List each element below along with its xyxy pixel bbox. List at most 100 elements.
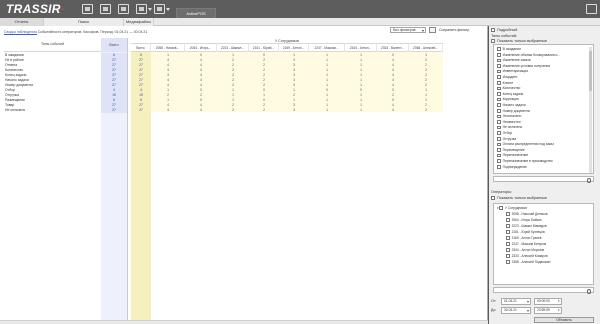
event-type-checkbox[interactable]	[497, 142, 501, 147]
operator-item[interactable]: 2247 - Максим Белусов	[506, 242, 546, 247]
from-time-field[interactable]: 00:00:00	[534, 298, 562, 305]
operator-checkbox[interactable]	[506, 260, 510, 264]
event-type-checkbox[interactable]	[497, 69, 501, 74]
tab-reports[interactable]: Отчеты	[0, 18, 44, 26]
operator-checkbox[interactable]	[506, 230, 510, 234]
event-type-item[interactable]: Подтверждение	[497, 165, 527, 170]
operators-show-selected-checkbox[interactable]	[491, 196, 495, 200]
tab-media[interactable]: Медиафайлы	[124, 18, 154, 26]
operator-checkbox[interactable]	[506, 236, 510, 240]
event-type-checkbox[interactable]	[497, 136, 501, 141]
save-filter-link[interactable]: Сохранить фильтр	[439, 28, 469, 32]
event-type-checkbox[interactable]	[497, 64, 501, 68]
operator-item[interactable]: 2169 - Антон Грачев	[506, 236, 541, 241]
video-icon[interactable]	[100, 4, 111, 14]
event-type-checkbox[interactable]	[497, 47, 501, 51]
grid-col-header[interactable]: 2064 - Игорь...	[185, 44, 217, 52]
event-type-item[interactable]: Перемещение	[497, 148, 525, 153]
event-list-scrollbar[interactable]	[589, 47, 592, 173]
operator-checkbox[interactable]	[506, 218, 510, 222]
grid-col-header[interactable]: 2344 - Антон...	[345, 44, 377, 52]
filter-select[interactable]: Без фильтров	[390, 27, 426, 33]
event-type-item[interactable]: Отгрузка	[497, 137, 516, 142]
event-type-item[interactable]: Изменение заказа	[497, 58, 531, 63]
grid-col-header[interactable]: 2058 - Ниязов...	[151, 44, 185, 52]
event-type-checkbox[interactable]	[497, 153, 501, 158]
event-type-item[interactable]: Отбор	[497, 131, 512, 136]
operator-item[interactable]: 2333 - Алексей Комаров	[506, 254, 548, 259]
apply-button[interactable]: Обновить	[534, 317, 594, 323]
operator-item[interactable]: 2058 - Николай Денисов	[506, 212, 548, 217]
event-type-checkbox[interactable]	[497, 92, 501, 96]
event-type-item[interactable]: Количество	[497, 86, 520, 91]
operators-show-selected[interactable]: Показать только выбранные	[491, 196, 598, 200]
event-type-checkbox[interactable]	[497, 86, 501, 91]
event-type-checkbox[interactable]	[497, 103, 501, 107]
menu-icon[interactable]	[154, 4, 170, 14]
event-type-checkbox[interactable]	[497, 58, 501, 63]
to-time-field[interactable]: 23:59:59	[534, 307, 562, 314]
col-total[interactable]: Всего	[101, 38, 127, 52]
event-type-item[interactable]: Инвентаризация	[497, 69, 528, 74]
event-type-item[interactable]: Начало задачи	[497, 103, 526, 108]
operator-checkbox[interactable]	[506, 254, 510, 258]
event-type-checkbox[interactable]	[497, 114, 501, 119]
event-type-item[interactable]: Инцидент	[497, 75, 518, 80]
operator-group[interactable]: ▾ У Сотрудников	[497, 206, 527, 211]
operator-checkbox[interactable]	[506, 224, 510, 228]
operator-search-input[interactable]	[493, 287, 594, 294]
event-type-checkbox[interactable]	[497, 159, 501, 163]
tab-search[interactable]: Поиск	[44, 18, 124, 26]
event-type-item[interactable]: Изменение условия получения	[497, 64, 550, 69]
detailed-option[interactable]: Подробный	[491, 28, 598, 32]
grid-row[interactable]: 27 4 4 2 2 3 1 1 4 2	[131, 108, 443, 113]
event-type-item[interactable]: Неоплачено	[497, 114, 521, 119]
event-type-checkbox[interactable]	[497, 108, 501, 113]
event-search-input[interactable]	[493, 176, 594, 183]
to-date-field[interactable]: 30.04.21	[501, 307, 531, 314]
event-type-checkbox[interactable]	[497, 120, 501, 124]
grid-col-header[interactable]: 2223 - Шамил...	[217, 44, 249, 52]
event-type-item[interactable]: Коррекция	[497, 97, 519, 102]
event-type-item[interactable]: Оплата распределения под заказ	[497, 142, 554, 147]
operator-checkbox[interactable]	[506, 212, 510, 216]
active-pos-tab[interactable]: ActivePOS	[176, 8, 216, 18]
operator-checkbox[interactable]	[506, 242, 510, 246]
event-type-checkbox[interactable]	[497, 52, 501, 57]
window-icon[interactable]	[586, 4, 597, 14]
detailed-checkbox[interactable]	[491, 28, 495, 32]
save-icon[interactable]	[429, 27, 436, 33]
event-type-item[interactable]: Номер документа	[497, 109, 530, 114]
event-type-item[interactable]: Клиент	[497, 81, 513, 86]
grid-col-header[interactable]: 2368 - Алексей...	[409, 44, 443, 52]
grid-icon[interactable]	[136, 4, 152, 14]
event-type-checkbox[interactable]	[497, 75, 501, 79]
event-type-checkbox[interactable]	[497, 80, 501, 85]
archive-icon[interactable]	[118, 4, 129, 14]
grid-scrollbar[interactable]	[443, 38, 451, 324]
event-type-checkbox[interactable]	[497, 97, 501, 102]
operator-checkbox[interactable]	[506, 248, 510, 252]
event-type-item[interactable]: Конец задачи	[497, 92, 523, 97]
event-type-item[interactable]: Изменение объема блокирования и...	[497, 53, 560, 58]
operator-group-checkbox[interactable]	[499, 206, 503, 210]
operator-item[interactable]: 2161 - Юрий Кузнецов	[506, 230, 545, 235]
info-link[interactable]: Сводка наблюдения	[4, 30, 37, 34]
grid-col-header[interactable]: Всего	[131, 44, 151, 52]
operator-item[interactable]: 2368 - Алексей Подвозкин	[506, 260, 550, 265]
event-type-item[interactable]: В ожидании	[497, 47, 521, 52]
event-type-checkbox[interactable]	[497, 131, 501, 135]
grid-col-header[interactable]: 2161 - Юрий...	[249, 44, 279, 52]
events-show-selected-checkbox[interactable]	[491, 39, 495, 43]
event-type-checkbox[interactable]	[497, 125, 501, 130]
event-type-checkbox[interactable]	[497, 164, 501, 169]
event-type-item[interactable]: Не оплачено	[497, 125, 522, 130]
event-type-item[interactable]: Переназначение в производство	[497, 159, 553, 164]
grid-col-header[interactable]: 2169 - Антон...	[279, 44, 309, 52]
operator-item[interactable]: 2064 - Игорь Бабкин	[506, 218, 542, 223]
layout-icon[interactable]	[82, 4, 93, 14]
table-row[interactable]: Не оплачено 27	[4, 108, 128, 113]
grid-col-header[interactable]: 2247 - Максим...	[309, 44, 345, 52]
operator-item[interactable]: 2344 - Антон Морозов	[506, 248, 544, 253]
col-event-type[interactable]: Типы событий	[4, 42, 101, 46]
